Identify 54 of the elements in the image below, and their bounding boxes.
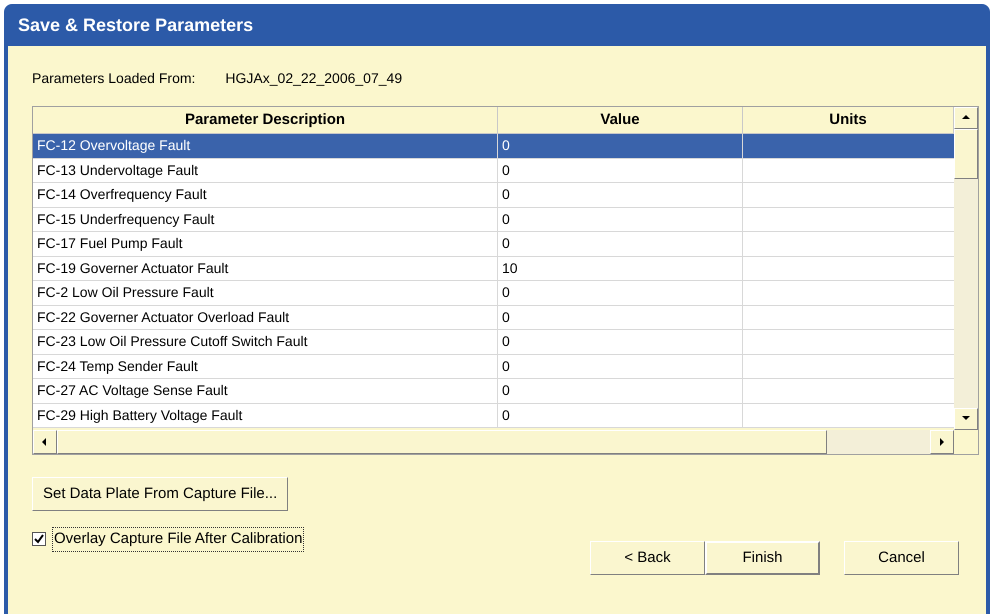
- table-cell: FC-22 Governer Actuator Overload Fault: [33, 306, 498, 329]
- table-cell: FC-23 Low Oil Pressure Cutoff Switch Fault: [33, 330, 498, 354]
- dialog-button[interactable]: Finish: [705, 541, 820, 575]
- table-cell: FC-17 Fuel Pump Fault: [33, 232, 498, 256]
- scroll-thumb[interactable]: [954, 129, 978, 179]
- dialog-button[interactable]: < Back: [590, 541, 705, 575]
- table-row[interactable]: FC-13 Undervoltage Fault 0: [33, 158, 954, 183]
- window-title: Save & Restore Parameters: [18, 14, 254, 36]
- loaded-from-value: HGJAx_02_22_2006_07_49: [225, 68, 402, 88]
- table-row[interactable]: FC-12 Overvoltage Fault 0: [33, 134, 954, 158]
- column-header[interactable]: Units: [743, 107, 954, 134]
- loaded-from-label: Parameters Loaded From:: [32, 68, 196, 88]
- table-row[interactable]: FC-17 Fuel Pump Fault 0: [33, 232, 954, 256]
- column-header[interactable]: Parameter Description: [33, 107, 498, 134]
- table-cell: FC-19 Governer Actuator Fault: [33, 256, 498, 280]
- table-cell: FC-15 Underfrequency Fault: [33, 208, 498, 231]
- table-cell: 0: [498, 183, 743, 206]
- overlay-checkbox-label[interactable]: Overlay Capture File After Calibration: [52, 527, 304, 552]
- table-row[interactable]: FC-14 Overfrequency Fault 0: [33, 183, 954, 208]
- table-cell: 0: [498, 306, 743, 329]
- table-row[interactable]: FC-2 Low Oil Pressure Fault 0: [33, 281, 954, 306]
- table-cell: 0: [498, 281, 743, 304]
- table-cell: 0: [498, 379, 743, 402]
- table-cell: FC-29 High Battery Voltage Fault: [33, 404, 498, 427]
- table-cell: FC-27 AC Voltage Sense Fault: [33, 379, 498, 402]
- table-row[interactable]: FC-22 Governer Actuator Overload Fault 0: [33, 306, 954, 330]
- table-cell: FC-12 Overvoltage Fault: [33, 134, 498, 158]
- table-row[interactable]: FC-15 Underfrequency Fault 0: [33, 208, 954, 232]
- overlay-checkbox[interactable]: [32, 532, 46, 546]
- table-row[interactable]: FC-29 High Battery Voltage Fault 0: [33, 404, 954, 428]
- table-cell: FC-13 Undervoltage Fault: [33, 158, 498, 182]
- table-cell: FC-2 Low Oil Pressure Fault: [33, 281, 498, 304]
- table-cell: FC-14 Overfrequency Fault: [33, 183, 498, 206]
- scroll-thumb[interactable]: [57, 430, 827, 454]
- checkmark-icon: [34, 534, 44, 544]
- scroll-right-icon: [937, 437, 947, 447]
- table-cell: 0: [498, 354, 743, 378]
- table-row[interactable]: FC-24 Temp Sender Fault 0: [33, 354, 954, 379]
- table-cell: 0: [498, 208, 743, 231]
- dialog-button[interactable]: Cancel: [844, 541, 959, 575]
- vertical-scrollbar[interactable]: [954, 107, 978, 430]
- table-row[interactable]: FC-27 AC Voltage Sense Fault 0: [33, 379, 954, 404]
- horizontal-scrollbar[interactable]: [33, 430, 954, 454]
- table-cell: 0: [498, 330, 743, 354]
- table-cell: FC-24 Temp Sender Fault: [33, 354, 498, 378]
- table-cell: 0: [498, 404, 743, 427]
- set-data-plate-button[interactable]: Set Data Plate From Capture File...: [32, 477, 288, 511]
- table-row[interactable]: FC-23 Low Oil Pressure Cutoff Switch Fault 0: [33, 330, 954, 354]
- table-cell: 10: [498, 256, 743, 280]
- table-row[interactable]: FC-19 Governer Actuator Fault 10: [33, 256, 954, 281]
- column-header[interactable]: Value: [498, 107, 743, 134]
- table-cell: 0: [498, 158, 743, 182]
- table-cell: 0: [498, 134, 743, 158]
- table-cell: 0: [498, 232, 743, 256]
